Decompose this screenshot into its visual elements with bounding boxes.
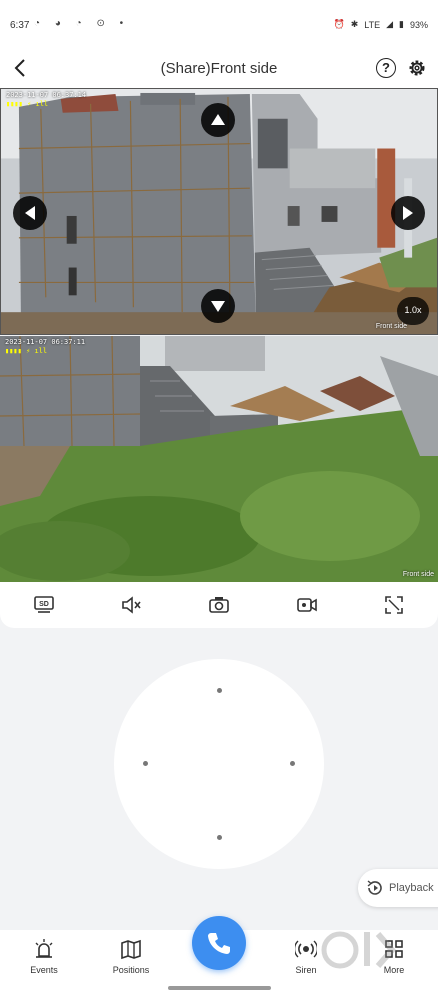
playback-button[interactable]: Playback	[358, 869, 438, 907]
pan-up-button[interactable]	[201, 103, 235, 137]
signal-icon: ◢	[386, 19, 394, 29]
joystick-dot-down	[217, 835, 222, 840]
nav-positions-label: Positions	[112, 965, 150, 975]
page-title: (Share)Front side	[160, 60, 278, 77]
osd-timestamp-2: 2023-11-07 06:37:11	[5, 338, 86, 346]
help-icon[interactable]: ?	[376, 58, 396, 78]
live-video-secondary[interactable]: 2023-11-07 06:37:11 ▮▮▮▮ ⚡ ıll Front sid…	[0, 336, 438, 582]
battery-percent: 93%	[409, 19, 428, 30]
zoom-level-button[interactable]: 1.0x	[397, 297, 429, 325]
nav-events[interactable]: Events	[14, 938, 74, 975]
playback-history-icon	[367, 880, 382, 895]
map-icon	[121, 939, 141, 960]
watermark-logo	[321, 931, 396, 969]
sd-label: SD	[39, 601, 49, 608]
playback-label: Playback	[389, 882, 434, 894]
snapshot-button[interactable]	[199, 588, 239, 622]
quality-button[interactable]: SD	[24, 588, 64, 622]
nav-events-label: Events	[30, 965, 58, 975]
record-button[interactable]	[287, 588, 327, 622]
alarm-light-icon	[35, 939, 53, 958]
gear-icon[interactable]	[406, 57, 428, 79]
status-right: ⏰ ✱ LTE ◢ ▮ 93%	[334, 19, 429, 30]
triangle-left-icon	[25, 206, 35, 220]
joystick-dot-up	[217, 688, 222, 693]
video-toolbar: SD	[0, 582, 438, 628]
network-label: LTE	[364, 19, 381, 30]
speaker-muted-icon	[122, 596, 142, 614]
status-bar: 6:37 ◔ ◕ ◔ ⊙ • ⏰ ✱ LTE ◢ ▮ 93%	[0, 0, 438, 52]
osd-timestamp: 2023-11-07 06:37:14	[6, 91, 87, 99]
nav-positions[interactable]: Positions	[101, 938, 161, 975]
triangle-down-icon	[211, 301, 225, 312]
triangle-up-icon	[211, 114, 225, 125]
video-record-icon	[296, 598, 317, 612]
osd-battery-signal-2: ▮▮▮▮ ⚡ ıll	[5, 347, 48, 355]
triangle-right-icon	[403, 206, 413, 220]
bluetooth-icon: ✱	[350, 19, 359, 29]
osd-camera-label-2: Front side	[402, 571, 434, 578]
osd-camera-label: Front side	[375, 323, 407, 330]
mute-button[interactable]	[111, 588, 151, 622]
pan-down-button[interactable]	[201, 289, 235, 323]
status-time: 6:37	[10, 20, 30, 31]
fullscreen-button[interactable]	[374, 588, 414, 622]
osd-battery-signal: ▮▮▮▮ ⚡ ıll	[6, 100, 49, 108]
joystick-dot-right	[290, 761, 295, 766]
pan-right-button[interactable]	[391, 196, 425, 230]
joystick-dot-left	[143, 761, 148, 766]
expand-icon	[385, 596, 403, 614]
pan-left-button[interactable]	[13, 196, 47, 230]
home-indicator[interactable]	[168, 986, 271, 990]
battery-icon: ▮	[399, 19, 404, 29]
call-button[interactable]	[192, 916, 246, 970]
ptz-joystick[interactable]	[114, 659, 324, 869]
camera-feed-image-2	[0, 336, 438, 582]
phone-icon	[208, 933, 230, 954]
notification-icons: ◔ ◕ ◔ ⊙ •	[34, 18, 130, 29]
camera-icon	[209, 597, 229, 613]
alarm-icon: ⏰	[333, 19, 345, 29]
app-header: (Share)Front side ?	[0, 52, 438, 88]
sd-quality-icon: SD	[33, 596, 54, 613]
